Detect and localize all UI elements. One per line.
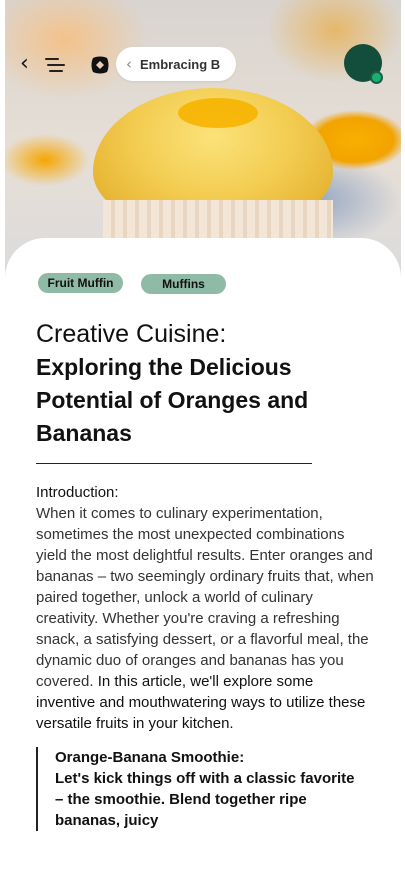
divider xyxy=(36,463,312,464)
title-part-2: Exploring the Delicious Potential of Ora… xyxy=(36,354,309,446)
quote-heading: Orange-Banana Smoothie: xyxy=(55,749,245,766)
menu-icon[interactable] xyxy=(45,58,65,74)
tag-fruit-muffin[interactable]: Fruit Muffin xyxy=(38,273,123,293)
status-dot xyxy=(370,71,383,84)
tag-list: Fruit Muffin Muffins xyxy=(38,273,226,294)
logo-icon[interactable] xyxy=(90,55,110,75)
intro-label: Introduction: xyxy=(36,484,119,501)
intro-text: When it comes to culinary experimentatio… xyxy=(36,505,374,690)
tag-muffins[interactable]: Muffins xyxy=(141,274,226,294)
article-title: Creative Cuisine: Exploring the Deliciou… xyxy=(36,318,376,450)
breadcrumb-label: Embracing B xyxy=(140,56,221,72)
chevron-left-icon: ‹ xyxy=(126,55,132,73)
article-body: Introduction: When it comes to culinary … xyxy=(36,482,376,734)
title-part-1: Creative Cuisine: xyxy=(36,320,227,348)
breadcrumb[interactable]: ‹ Embracing B xyxy=(116,47,236,81)
back-arrow-icon[interactable]: ‹ xyxy=(20,53,38,76)
quote-block: Orange-Banana Smoothie: Let's kick thing… xyxy=(36,747,366,831)
quote-text: Let's kick things off with a classic fav… xyxy=(55,770,355,829)
